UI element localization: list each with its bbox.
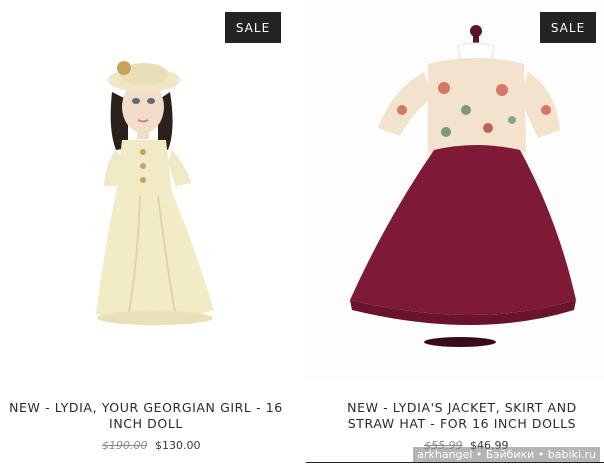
product-image[interactable]: SALE [306, 0, 604, 380]
sale-badge: SALE [225, 12, 281, 43]
price-row: $190.00 $130.00 [102, 439, 201, 452]
product-image[interactable]: SALE [0, 0, 298, 380]
product-card[interactable]: SALE NEW - LYDIA'S JACKET, SKIRT AND STR… [306, 0, 604, 464]
card-divider [306, 462, 604, 463]
product-card[interactable]: SALE NEW - LYDIA, YOUR GEORGIAN GIRL - 1… [0, 0, 298, 464]
sale-badge: SALE [540, 12, 596, 43]
product-title[interactable]: NEW - LYDIA, YOUR GEORGIAN GIRL - 16 INC… [0, 400, 296, 432]
product-title[interactable]: NEW - LYDIA'S JACKET, SKIRT AND STRAW HA… [322, 400, 602, 432]
doll-illustration [96, 61, 214, 325]
outfit-illustration [350, 25, 576, 347]
original-price: $190.00 [102, 439, 148, 452]
watermark: arkhangel • Бэйбики • babiki.ru [413, 447, 600, 462]
sale-price: $130.00 [155, 439, 201, 452]
